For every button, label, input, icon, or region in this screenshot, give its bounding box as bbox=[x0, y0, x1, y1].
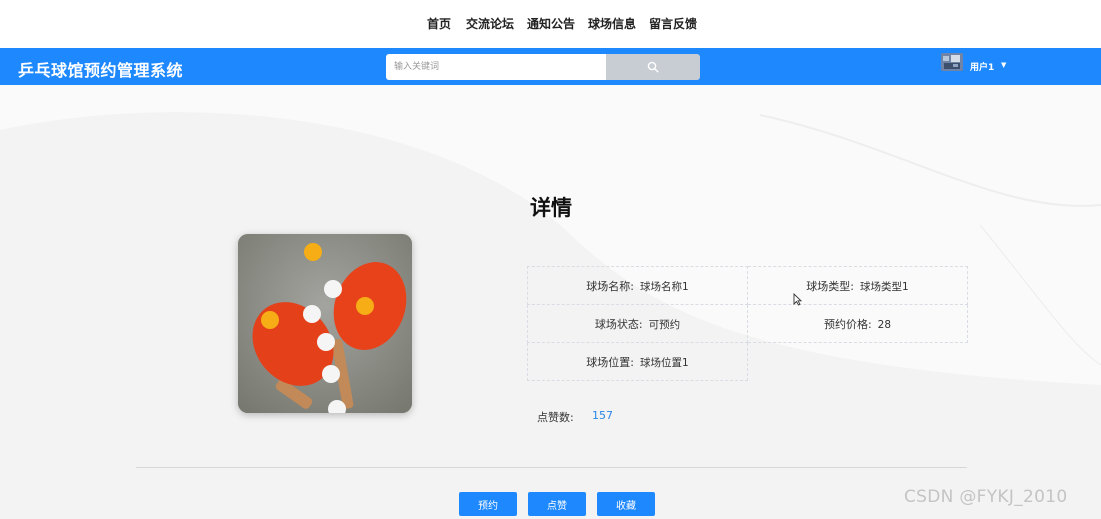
chevron-down-icon: ▼ bbox=[1001, 61, 1007, 69]
court-price-value: 28 bbox=[877, 318, 892, 331]
court-type-label: 球场类型: bbox=[806, 279, 855, 293]
like-button[interactable]: 点赞 bbox=[528, 492, 586, 516]
court-price-cell: 预约价格: 28 bbox=[747, 304, 968, 343]
court-type-value: 球场类型1 bbox=[860, 280, 909, 293]
court-status-label: 球场状态: bbox=[594, 317, 643, 331]
nav-item-home[interactable]: 首页 bbox=[427, 15, 451, 32]
mouse-cursor-icon bbox=[793, 293, 802, 306]
ping-pong-image bbox=[238, 234, 412, 413]
court-name-cell: 球场名称: 球场名称1 bbox=[527, 266, 748, 305]
court-type-cell: 球场类型: 球场类型1 bbox=[747, 266, 968, 305]
favorite-button[interactable]: 收藏 bbox=[597, 492, 655, 516]
search-button[interactable] bbox=[606, 54, 700, 80]
court-status-value: 可预约 bbox=[648, 318, 681, 331]
court-name-value: 球场名称1 bbox=[640, 280, 689, 293]
nav-item-notices[interactable]: 通知公告 bbox=[527, 15, 575, 32]
court-status-cell: 球场状态: 可预约 bbox=[527, 304, 748, 343]
court-name-label: 球场名称: bbox=[586, 279, 635, 293]
site-brand[interactable]: 乒乓球馆预约管理系统 bbox=[18, 57, 183, 81]
header-bar: 乒乓球馆预约管理系统 用户1 ▼ bbox=[0, 48, 1101, 85]
court-photo bbox=[238, 234, 412, 413]
court-price-label: 预约价格: bbox=[823, 317, 872, 331]
court-info-table: 球场名称: 球场名称1 球场类型: 球场类型1 球场状态: 可预约 预约价格: 28 球… bbox=[527, 266, 968, 381]
search-icon bbox=[647, 61, 659, 73]
likes-label: 点赞数: bbox=[537, 411, 574, 424]
court-location-cell: 球场位置: 球场位置1 bbox=[527, 342, 748, 381]
username: 用户1 bbox=[970, 63, 995, 73]
court-location-value: 球场位置1 bbox=[640, 356, 689, 369]
nav-item-forum[interactable]: 交流论坛 bbox=[466, 15, 514, 32]
divider bbox=[136, 467, 967, 468]
avatar bbox=[941, 53, 963, 71]
nav-item-courts[interactable]: 球场信息 bbox=[588, 15, 636, 32]
book-button[interactable]: 预约 bbox=[459, 492, 517, 516]
csdn-watermark: CSDN @FYKJ_2010 bbox=[904, 487, 1068, 507]
top-nav: 首页 交流论坛 通知公告 球场信息 留言反馈 bbox=[0, 0, 1101, 48]
search-input[interactable] bbox=[386, 54, 606, 80]
empty-cell bbox=[748, 343, 968, 381]
likes-count: 157 bbox=[592, 409, 613, 422]
page-title: 详情 bbox=[530, 196, 572, 220]
court-location-label: 球场位置: bbox=[586, 355, 635, 369]
nav-item-feedback[interactable]: 留言反馈 bbox=[649, 15, 697, 32]
